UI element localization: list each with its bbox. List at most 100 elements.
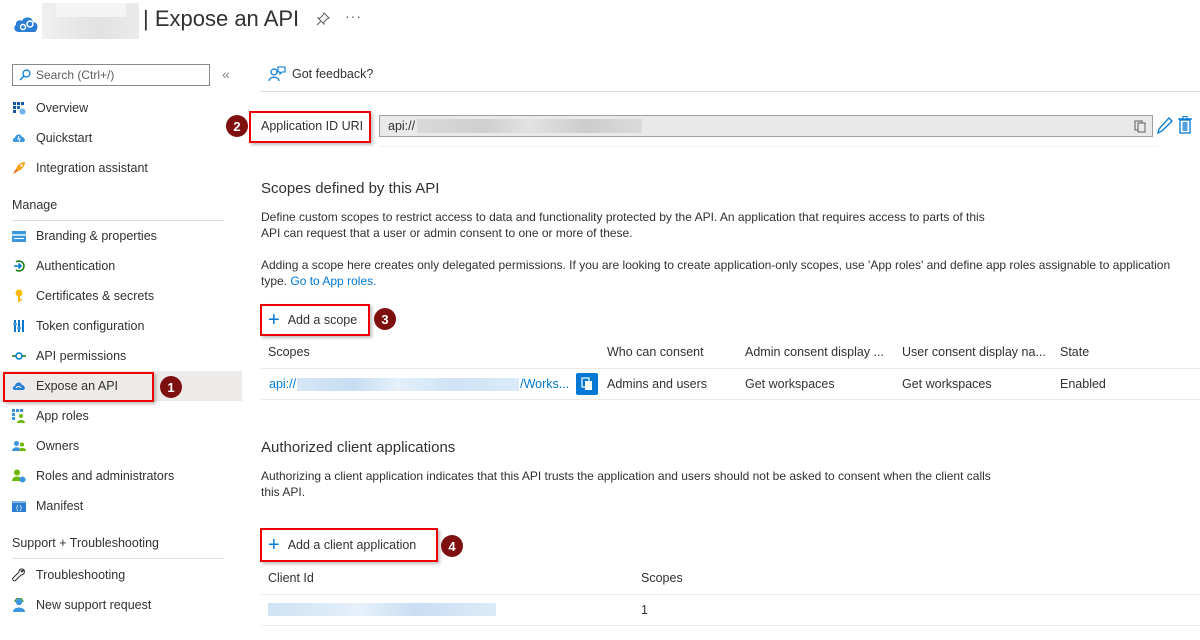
branding-card-icon (12, 229, 26, 243)
sidebar-item-label: Overview (36, 101, 89, 115)
add-scope-label: Add a scope (287, 313, 358, 327)
scope-link[interactable]: api:// /Works... (269, 377, 569, 391)
plus-icon: + (268, 309, 280, 331)
sidebar-item-label: Token configuration (36, 319, 145, 333)
quickstart-cloud-icon (12, 131, 26, 145)
feedback-button[interactable]: Got feedback? (268, 66, 373, 82)
add-client-application-label: Add a client application (287, 538, 417, 552)
search-input[interactable]: Search (Ctrl+/) (12, 64, 210, 86)
delete-trash-icon[interactable] (1178, 116, 1192, 134)
sidebar-item-api-permissions[interactable]: API permissions (0, 341, 242, 371)
sidebar-item-overview[interactable]: Overview (0, 93, 242, 123)
overview-grid-icon (12, 101, 26, 115)
roles-admin-icon (12, 469, 26, 483)
manifest-icon: {} (12, 499, 26, 513)
svg-text:{}: {} (15, 505, 23, 512)
sidebar-item-authentication[interactable]: Authentication (0, 251, 242, 281)
annotation-badge-4: 4 (441, 535, 463, 557)
authentication-arrow-icon (12, 259, 26, 273)
field-divider (379, 146, 1159, 147)
who-can-consent-cell: Admins and users (607, 377, 708, 391)
sidebar-item-app-roles[interactable]: App roles (0, 401, 242, 431)
client-scopes-cell: 1 (641, 603, 648, 617)
column-header-admin-consent[interactable]: Admin consent display ... (745, 345, 884, 359)
sidebar-item-label: Owners (36, 439, 80, 453)
owners-icon (12, 439, 26, 453)
annotation-badge-2: 2 (226, 115, 248, 137)
sidebar-item-manifest[interactable]: {} Manifest (0, 491, 242, 521)
go-to-app-roles-link[interactable]: Go to App roles. (290, 274, 376, 288)
scopes-delegated-note: Adding a scope here creates only delegat… (261, 257, 1196, 289)
sidebar-item-label: Roles and administrators (36, 469, 175, 483)
sidebar-item-roles-administrators[interactable]: Roles and administrators (0, 461, 242, 491)
table-row-divider (261, 625, 1200, 626)
plus-icon: + (268, 534, 280, 556)
toolbar-divider (260, 91, 1200, 92)
add-client-application-button[interactable]: + Add a client application (268, 535, 416, 555)
column-header-client-id[interactable]: Client Id (268, 571, 314, 585)
redacted-app-id (417, 119, 643, 133)
column-header-scopes[interactable]: Scopes (268, 345, 310, 359)
sidebar-item-label: App roles (36, 409, 89, 423)
ellipsis-icon[interactable]: ··· (345, 8, 362, 24)
sidebar-item-integration-assistant[interactable]: Integration assistant (0, 153, 242, 183)
table-row-divider (261, 399, 1200, 400)
sidebar-item-certificates[interactable]: Certificates & secrets (0, 281, 242, 311)
edit-pencil-icon[interactable] (1157, 116, 1173, 134)
column-header-user-consent[interactable]: User consent display na... (902, 345, 1046, 359)
app-id-uri-label: Application ID URI (261, 119, 364, 133)
page-header: | Expose an API ··· (0, 0, 1200, 48)
copy-icon[interactable] (1134, 120, 1146, 133)
sidebar-item-label: API permissions (36, 349, 127, 363)
clients-section-title: Authorized client applications (261, 439, 456, 456)
support-person-icon (12, 598, 26, 612)
sidebar-item-owners[interactable]: Owners (0, 431, 242, 461)
sidebar-item-label: Certificates & secrets (36, 289, 155, 303)
redacted-scope-id (297, 377, 520, 391)
copy-icon (581, 377, 592, 390)
app-id-uri-field[interactable]: api:// (379, 115, 1153, 137)
section-title-manage: Manage (12, 198, 58, 212)
sidebar-item-label: Authentication (36, 259, 116, 273)
rocket-icon (12, 161, 26, 175)
wrench-icon (12, 568, 26, 582)
copy-scope-button[interactable] (576, 373, 598, 395)
collapse-sidebar-icon[interactable]: « (222, 66, 230, 82)
api-permissions-icon (12, 349, 26, 363)
admin-consent-cell: Get workspaces (745, 377, 835, 391)
sidebar-item-label: Manifest (36, 499, 84, 513)
annotation-badge-3: 3 (374, 308, 396, 330)
sidebar-item-label: Troubleshooting (36, 568, 126, 582)
feedback-icon (268, 66, 286, 82)
column-header-who-can-consent[interactable]: Who can consent (607, 345, 704, 359)
sidebar-item-troubleshooting[interactable]: Troubleshooting (0, 560, 242, 590)
key-icon (12, 289, 26, 303)
sidebar-item-label: Quickstart (36, 131, 93, 145)
scopes-section-title: Scopes defined by this API (261, 180, 440, 197)
redacted-app-name (42, 3, 139, 39)
sidebar-item-token-configuration[interactable]: Token configuration (0, 311, 242, 341)
sidebar-item-branding[interactable]: Branding & properties (0, 221, 242, 251)
table-header-divider (261, 368, 1200, 369)
app-roles-icon (12, 409, 26, 423)
column-header-client-scopes[interactable]: Scopes (641, 571, 683, 585)
scope-suffix: /Works... (520, 377, 570, 391)
sidebar-item-label: Integration assistant (36, 161, 148, 175)
redacted-client-id[interactable] (268, 603, 496, 616)
clients-description: Authorizing a client application indicat… (261, 469, 991, 499)
section-title-support: Support + Troubleshooting (12, 536, 159, 550)
scope-prefix: api:// (269, 377, 297, 391)
user-consent-cell: Get workspaces (902, 377, 992, 391)
search-icon (19, 69, 31, 81)
feedback-label: Got feedback? (292, 67, 374, 81)
app-registration-cloud-icon (14, 17, 38, 32)
column-header-state[interactable]: State (1060, 345, 1089, 359)
sidebar-item-quickstart[interactable]: Quickstart (0, 123, 242, 153)
scopes-delegated-note-text: Adding a scope here creates only delegat… (261, 258, 1171, 288)
add-scope-button[interactable]: + Add a scope (268, 310, 357, 330)
pin-icon[interactable] (316, 12, 330, 26)
table-header-divider (261, 594, 1200, 595)
sidebar-item-label: New support request (36, 598, 152, 612)
sidebar-item-new-support-request[interactable]: New support request (0, 590, 242, 620)
token-bars-icon (12, 319, 26, 333)
